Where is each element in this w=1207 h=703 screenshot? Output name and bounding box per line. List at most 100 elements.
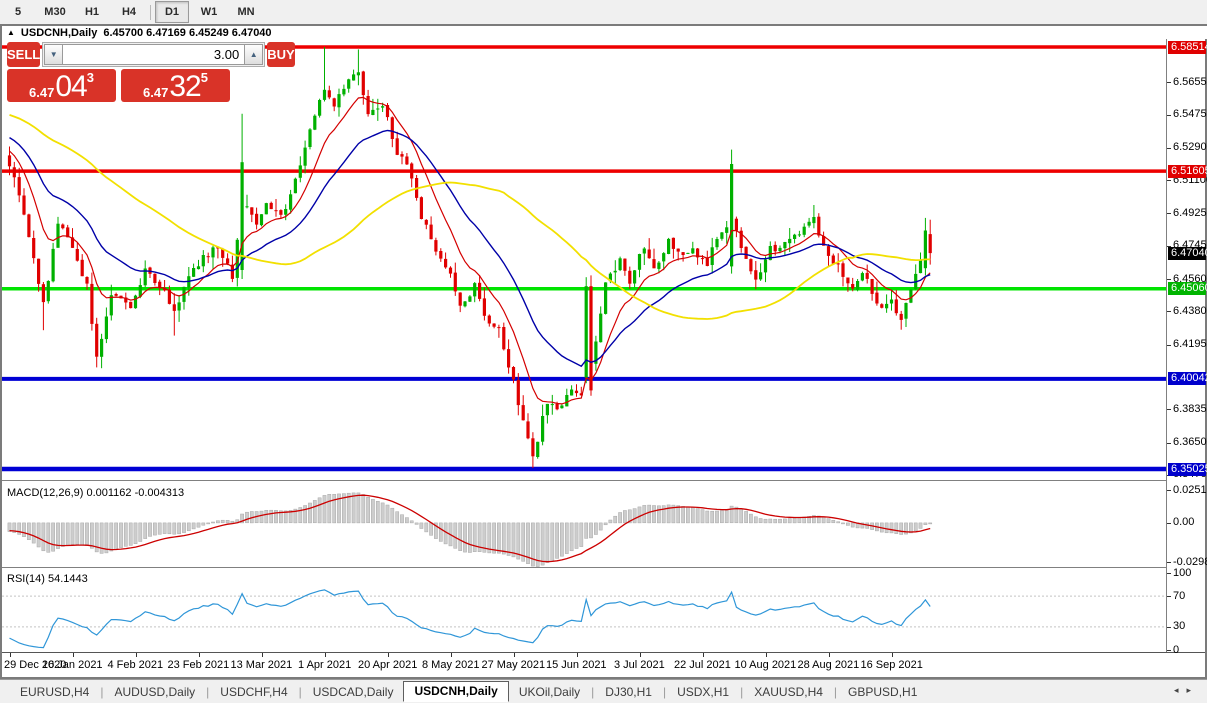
bid-price-pip: 3 xyxy=(87,70,94,85)
price-level-badge: 6.40042 xyxy=(1168,372,1206,385)
axis-tick xyxy=(1167,490,1171,491)
axis-tick xyxy=(1167,180,1171,181)
axis-tick xyxy=(1167,627,1171,628)
axis-tick xyxy=(1167,409,1171,410)
date-tick xyxy=(766,653,767,657)
chart-title: USDCNH,Daily xyxy=(21,27,97,39)
toolbar-separator xyxy=(150,5,151,20)
ask-price-prefix: 6.47 xyxy=(143,84,168,101)
date-tick xyxy=(703,653,704,657)
chart-tab-usdchf[interactable]: USDCHF,H4 xyxy=(210,681,297,702)
pane-divider[interactable] xyxy=(2,567,1205,568)
rsi-label: RSI(14) 54.1443 xyxy=(7,573,88,585)
date-axis: 29 Dec 202016 Jan 20214 Feb 202123 Feb 2… xyxy=(2,653,1166,677)
chart-tab-usdcad[interactable]: USDCAD,Daily xyxy=(303,681,404,702)
price-axis-label: 6.43800 xyxy=(1173,305,1207,318)
date-axis-label: 1 Apr 2021 xyxy=(298,659,351,671)
price-level-badge: 6.47040 xyxy=(1168,247,1206,260)
axis-tick xyxy=(1167,573,1171,574)
date-axis-label: 20 Apr 2021 xyxy=(358,659,417,671)
timeframe-button-m30[interactable]: M30 xyxy=(38,1,72,23)
price-axis-label: 6.38350 xyxy=(1173,403,1207,416)
date-axis-label: 27 May 2021 xyxy=(482,659,546,671)
date-tick xyxy=(514,653,515,657)
timeframe-button-h1[interactable]: H1 xyxy=(75,1,109,23)
macd-label: MACD(12,26,9) 0.001162 -0.004313 xyxy=(7,487,184,499)
axis-tick xyxy=(1167,279,1171,280)
chart-tab-bar: EURUSD,H4|AUDUSD,Daily|USDCHF,H4|USDCAD,… xyxy=(0,679,1207,703)
volume-input[interactable] xyxy=(63,44,244,65)
chart-tab-ukoil[interactable]: UKOil,Daily xyxy=(509,681,590,702)
bid-price-main: 04 xyxy=(55,72,86,101)
timeframe-button-5[interactable]: 5 xyxy=(1,1,35,23)
date-axis-label: 3 Jul 2021 xyxy=(614,659,665,671)
date-axis-label: 16 Jan 2021 xyxy=(42,659,103,671)
price-axis-label: 100 xyxy=(1173,567,1191,580)
date-tick xyxy=(199,653,200,657)
axis-tick xyxy=(1167,115,1171,116)
price-level-badge: 6.35025 xyxy=(1168,463,1206,476)
price-axis-label: 6.52900 xyxy=(1173,141,1207,154)
timeframe-button-h4[interactable]: H4 xyxy=(112,1,146,23)
price-axis: 6.565506.547506.529006.511006.492506.474… xyxy=(1166,39,1205,652)
buy-button[interactable]: BUY xyxy=(267,42,294,67)
volume-increase-button[interactable]: ▲ xyxy=(244,44,263,65)
date-tick xyxy=(892,653,893,657)
chart-tab-usdcnh[interactable]: USDCNH,Daily xyxy=(403,681,508,702)
axis-tick xyxy=(1167,523,1171,524)
price-axis-label: 6.54750 xyxy=(1173,108,1207,121)
collapse-icon[interactable]: ▲ xyxy=(7,29,15,37)
timeframe-button-mn[interactable]: MN xyxy=(229,1,263,23)
chart-tab-dj30[interactable]: DJ30,H1 xyxy=(595,681,662,702)
chart-tab-audusd[interactable]: AUDUSD,Daily xyxy=(104,681,205,702)
axis-tick xyxy=(1167,148,1171,149)
sell-button[interactable]: SELL xyxy=(7,42,40,67)
price-axis-label: 0.00 xyxy=(1173,516,1194,529)
axis-tick xyxy=(1167,562,1171,563)
timeframe-toolbar: 5M30H1H4 D1W1MN xyxy=(0,0,1207,24)
date-tick xyxy=(577,653,578,657)
price-axis-label: 0 xyxy=(1173,644,1179,657)
timeframe-button-d1[interactable]: D1 xyxy=(155,1,189,23)
mt4-terminal: { "toolbar": { "timeframes": [ {"label":… xyxy=(0,0,1207,703)
date-tick xyxy=(388,653,389,657)
price-level-badge: 6.45060 xyxy=(1168,282,1206,295)
ask-price-main: 32 xyxy=(169,72,200,101)
tab-scroll-arrows[interactable]: ◂▸ xyxy=(1174,685,1199,696)
one-click-trading-panel: SELL ▼ ▲ BUY 6.47 04 3 6.47 32 5 xyxy=(7,42,231,102)
volume-decrease-button[interactable]: ▼ xyxy=(44,44,63,65)
ask-price-button[interactable]: 6.47 32 5 xyxy=(121,69,230,102)
chart-tab-gbpusd[interactable]: GBPUSD,H1 xyxy=(838,681,927,702)
pane-divider[interactable] xyxy=(2,480,1205,481)
main-price-chart[interactable] xyxy=(2,39,1166,480)
axis-tick xyxy=(1167,596,1171,597)
chart-tab-xauusd[interactable]: XAUUSD,H4 xyxy=(744,681,833,702)
chart-tab-eurusd[interactable]: EURUSD,H4 xyxy=(10,681,99,702)
price-level-badge: 6.51605 xyxy=(1168,165,1206,178)
chart-titlebar: ▲ USDCNH,Daily 6.45700 6.47169 6.45249 6… xyxy=(2,26,1207,39)
rsi-indicator-pane[interactable] xyxy=(2,571,1166,652)
axis-tick xyxy=(1167,213,1171,214)
price-axis-label: 6.36500 xyxy=(1173,436,1207,449)
date-tick xyxy=(10,653,11,657)
date-tick xyxy=(325,653,326,657)
price-level-badge: 6.58514 xyxy=(1168,41,1206,54)
timeframe-button-w1[interactable]: W1 xyxy=(192,1,226,23)
date-tick xyxy=(451,653,452,657)
date-tick xyxy=(136,653,137,657)
bid-price-prefix: 6.47 xyxy=(29,84,54,101)
bid-price-button[interactable]: 6.47 04 3 xyxy=(7,69,116,102)
axis-tick xyxy=(1167,311,1171,312)
price-axis-label: 70 xyxy=(1173,590,1185,603)
date-axis-label: 13 Mar 2021 xyxy=(231,659,293,671)
ask-price-pip: 5 xyxy=(201,70,208,85)
axis-tick xyxy=(1167,82,1171,83)
chart-ohlc-values: 6.45700 6.47169 6.45249 6.47040 xyxy=(103,27,271,39)
date-axis-label: 28 Aug 2021 xyxy=(798,659,860,671)
date-tick xyxy=(640,653,641,657)
volume-stepper: ▼ ▲ xyxy=(42,42,265,67)
axis-tick xyxy=(1167,443,1171,444)
chart-tab-usdx[interactable]: USDX,H1 xyxy=(667,681,739,702)
price-axis-label: 6.56550 xyxy=(1173,76,1207,89)
price-axis-label: 0.025108 xyxy=(1173,484,1207,497)
